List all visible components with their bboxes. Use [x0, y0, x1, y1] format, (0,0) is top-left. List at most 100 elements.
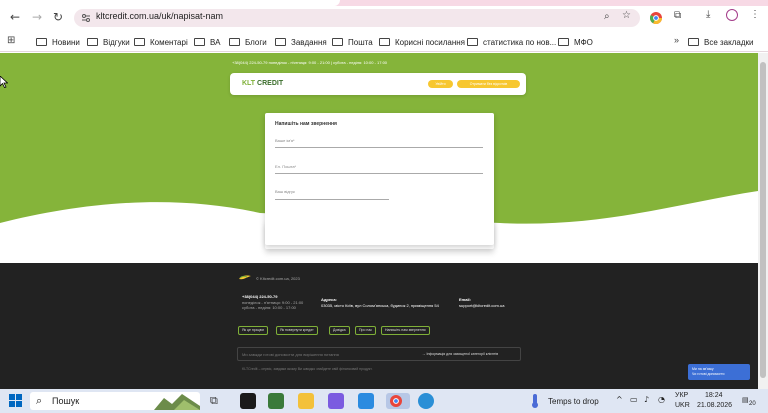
login-button[interactable]: Увійти [428, 80, 453, 88]
zoom-icon[interactable]: ⌕ [604, 11, 610, 22]
volume-icon[interactable]: ♪ [644, 395, 649, 404]
footer-link-help[interactable]: Довідка [329, 326, 350, 335]
forward-icon[interactable]: → [30, 10, 44, 24]
footer-link-how-it-works[interactable]: Як це працює [238, 326, 269, 335]
language-code[interactable]: УКР [675, 392, 688, 399]
footer-link-about[interactable]: Про нас [355, 326, 377, 335]
bookmark-label: Пошта [348, 37, 373, 47]
bookmark-item[interactable]: Блоги [229, 36, 267, 48]
download-icon[interactable]: ⤓ [706, 9, 710, 20]
folder-icon [275, 38, 286, 46]
footer-hours-weekend: субота - неділя: 10:00 - 17:00 [242, 305, 296, 310]
bookmark-label: Корисні посилання [395, 37, 465, 47]
folder-icon [379, 38, 390, 46]
footer-email[interactable]: support@kltcredit.com.ua [459, 303, 504, 308]
bookmark-item[interactable]: Відгуки [87, 36, 130, 48]
footer-address-title: Адреса: [321, 297, 337, 302]
folder-icon [229, 38, 240, 46]
thermometer-icon[interactable] [528, 393, 542, 409]
bookmark-label: статистика по нов... [483, 37, 557, 47]
search-icon: ⌕ [36, 394, 43, 407]
footer-link-repay[interactable]: Як повернути кредит [276, 326, 318, 335]
bookmark-label: МФО [574, 37, 593, 47]
footer-phone[interactable]: +38(044) 224-50-79 [242, 294, 277, 299]
bookmark-label: Коментарі [150, 37, 188, 47]
search-highlight-image-icon [154, 394, 200, 410]
chrome-taskbar-active[interactable] [386, 393, 410, 409]
email-field[interactable] [275, 173, 483, 174]
weather-text[interactable]: Temps to drop [548, 397, 599, 406]
language-code-secondary[interactable]: UKR [675, 402, 690, 409]
store-app-icon[interactable] [240, 393, 256, 409]
footer-email-title: Email: [459, 297, 472, 302]
omnibox[interactable]: kltcredit.com.ua/uk/napisat-nam ⌕ ☆ [74, 9, 640, 27]
back-icon[interactable]: ← [8, 10, 22, 24]
bookmark-label: Завдання [291, 37, 327, 47]
extensions-icon[interactable]: ⧉ [674, 10, 681, 21]
site-footer: © Kltcredit.com.ua, 2023 +38(044) 224-50… [0, 263, 758, 389]
chat-widget[interactable]: Ми на зв'язку Чи готові допомогти [688, 364, 750, 380]
profile-avatar-icon[interactable] [726, 9, 738, 21]
menu-icon[interactable]: ⋮ [750, 9, 760, 20]
calculator-app-icon[interactable] [268, 393, 284, 409]
name-field[interactable] [275, 147, 483, 148]
all-bookmarks[interactable]: Все закладки [688, 36, 753, 48]
site-logo[interactable]: KLT CREDIT [242, 80, 283, 87]
site-info-icon[interactable] [81, 13, 91, 23]
protected-clients-link[interactable]: → Інформація для захищеної категорії клі… [422, 352, 498, 356]
telegram-app-icon[interactable] [418, 393, 434, 409]
tray-display-icon[interactable]: ▭ [630, 395, 638, 404]
footer-logo-icon [239, 275, 251, 280]
footer-disclaimer: KLTCredit – сервіс, завдяки якому Ви шви… [242, 367, 373, 371]
tray-chevron-icon[interactable]: ^ [616, 395, 623, 404]
reload-icon[interactable]: ↻ [51, 10, 65, 24]
more-bookmarks-icon[interactable]: » [674, 35, 679, 45]
bookmark-item[interactable]: Завдання [275, 36, 327, 48]
feedback-field[interactable] [275, 199, 389, 200]
folder-icon [688, 38, 699, 46]
logo-part-a: KLT [242, 80, 256, 87]
bookmark-star-icon[interactable]: ☆ [622, 10, 631, 21]
copyright: © Kltcredit.com.ua, 2023 [256, 276, 300, 281]
task-view-icon[interactable]: ⧉ [210, 394, 218, 408]
bookmark-item[interactable]: Новини [36, 36, 80, 48]
apps-grid-icon[interactable]: ⊞ [7, 35, 15, 46]
windows-start-icon[interactable] [9, 394, 22, 407]
bookmark-item[interactable]: статистика по нов... [467, 36, 556, 48]
notification-icon[interactable]: ▤ [742, 396, 749, 404]
bookmark-item[interactable]: ВА [194, 36, 220, 48]
network-icon[interactable]: ◔ [658, 395, 665, 404]
taskbar-search[interactable]: ⌕ Пошук [30, 392, 200, 410]
webpage: +38(044) 224-50-79 понеділок - п'ятниця:… [0, 53, 758, 389]
app-icon[interactable] [358, 393, 374, 409]
folder-icon [194, 38, 205, 46]
file-explorer-icon[interactable] [298, 393, 314, 409]
chat-line-2: Чи готові допомогти [692, 372, 725, 376]
bookmark-item[interactable]: МФО [558, 36, 593, 48]
browser-chrome: ← → ↻ kltcredit.com.ua/uk/napisat-nam ⌕ … [0, 0, 768, 52]
bookmark-item[interactable]: Коментарі [134, 36, 188, 48]
copilot-app-icon[interactable] [328, 393, 344, 409]
bookmark-label: ВА [210, 37, 221, 47]
bookmark-item[interactable]: Корисні посилання [379, 36, 465, 48]
name-field-label: Ваше ім'я* [275, 138, 295, 143]
bookmark-item[interactable]: Пошта [332, 36, 373, 48]
email-field-label: Ел. Пошта* [275, 164, 297, 169]
clock-date[interactable]: 21.08.2026 [697, 402, 732, 409]
logo-part-b: CREDIT [257, 80, 284, 87]
contact-form: Напишіть нам звернення Ваше ім'я* Ел. По… [265, 113, 494, 245]
footer-link-contact[interactable]: Напишіть нам звернення [381, 326, 430, 335]
get-loan-button[interactable]: Отримати без відсотків [457, 80, 520, 88]
notification-count[interactable]: 20 [749, 401, 756, 407]
scrollbar-thumb[interactable] [760, 62, 766, 378]
footer-info-bar: Ми завжди готові допомогти для вирішення… [237, 347, 521, 361]
clock-time[interactable]: 18:24 [705, 392, 723, 399]
url-text[interactable]: kltcredit.com.ua/uk/napisat-nam [96, 11, 223, 21]
chrome-icon[interactable] [650, 12, 662, 24]
all-bookmarks-label: Все закладки [704, 37, 754, 47]
site-header: KLT CREDIT Увійти Отримати без відсотків [230, 73, 526, 95]
footer-address: 03035, місто Київ, вул Соломʼянська, буд… [321, 303, 439, 308]
bookmark-label: Відгуки [103, 37, 130, 47]
folder-icon [467, 38, 478, 46]
form-title: Напишіть нам звернення [275, 121, 337, 127]
